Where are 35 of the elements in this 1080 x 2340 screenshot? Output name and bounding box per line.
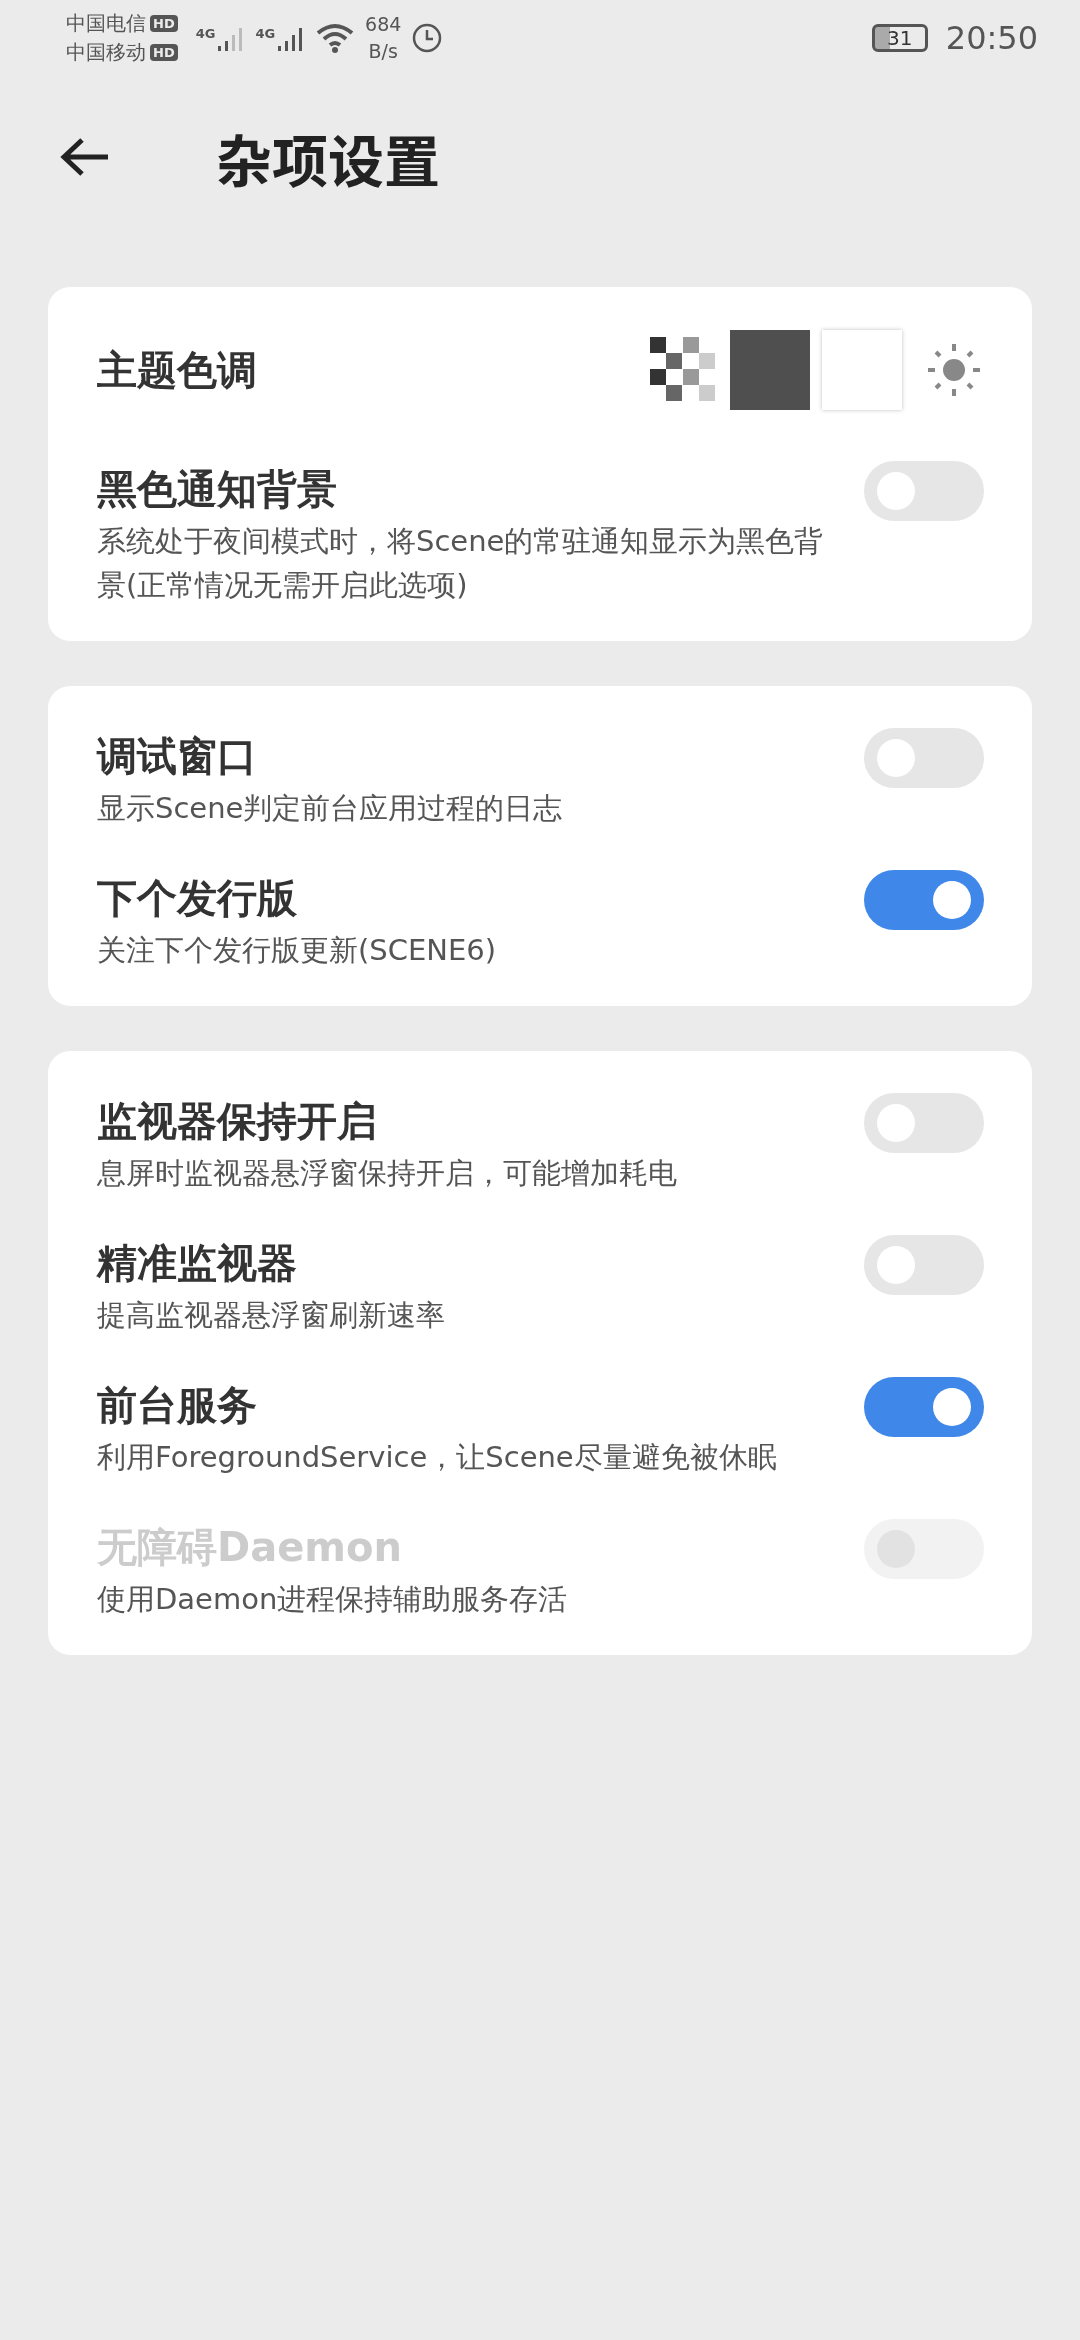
toggle-switch[interactable] bbox=[864, 728, 984, 788]
clock-time: 20:50 bbox=[945, 19, 1038, 57]
toggle-switch[interactable] bbox=[864, 1093, 984, 1153]
page-title: 杂项设置 bbox=[216, 116, 440, 198]
setting-title: 精准监视器 bbox=[97, 1239, 298, 1288]
setting-title: 黑色通知背景 bbox=[97, 465, 338, 514]
setting-description: 系统处于夜间模式时，将Scene的常驻通知显示为黑色背景(正常情况无需开启此选项) bbox=[97, 523, 825, 604]
network-type: 4G bbox=[195, 25, 216, 41]
toggle-switch[interactable] bbox=[864, 870, 984, 930]
light-swatch[interactable] bbox=[822, 330, 902, 410]
setting-title: 前台服务 bbox=[97, 1381, 258, 1430]
hd-badge: HD bbox=[150, 15, 178, 32]
setting-description: 息屏时监视器悬浮窗保持开启，可能增加耗电 bbox=[97, 1155, 678, 1192]
network-type: 4G bbox=[255, 25, 276, 41]
setting-description: 提高监视器悬浮窗刷新速率 bbox=[97, 1297, 446, 1334]
setting-title: 下个发行版 bbox=[97, 874, 298, 923]
setting-description: 关注下个发行版更新(SCENE6) bbox=[97, 932, 498, 969]
carrier-name: 中国移动 bbox=[66, 39, 146, 66]
speed-unit: B/s bbox=[368, 39, 398, 64]
setting-title: 调试窗口 bbox=[97, 732, 258, 781]
hd-badge: HD bbox=[150, 44, 178, 61]
speed-value: 684 bbox=[365, 12, 402, 37]
carrier-name: 中国电信 bbox=[66, 10, 146, 37]
setting-description: 利用ForegroundService，让Scene尽量避免被休眠 bbox=[97, 1439, 778, 1476]
dark-swatch[interactable] bbox=[730, 330, 810, 410]
setting-title: 主题色调 bbox=[97, 346, 257, 395]
toggle-switch[interactable] bbox=[864, 1377, 984, 1437]
toggle-switch[interactable] bbox=[864, 461, 984, 521]
setting-description: 显示Scene判定前台应用过程的日志 bbox=[97, 790, 564, 827]
clock-icon bbox=[411, 22, 444, 54]
wifi-icon bbox=[315, 22, 356, 54]
setting-description: 使用Daemon进程保持辅助服务存活 bbox=[97, 1581, 569, 1618]
battery-icon: 31 bbox=[871, 24, 928, 52]
toggle-switch[interactable] bbox=[864, 1235, 984, 1295]
setting-title: 监视器保持开启 bbox=[97, 1097, 378, 1146]
